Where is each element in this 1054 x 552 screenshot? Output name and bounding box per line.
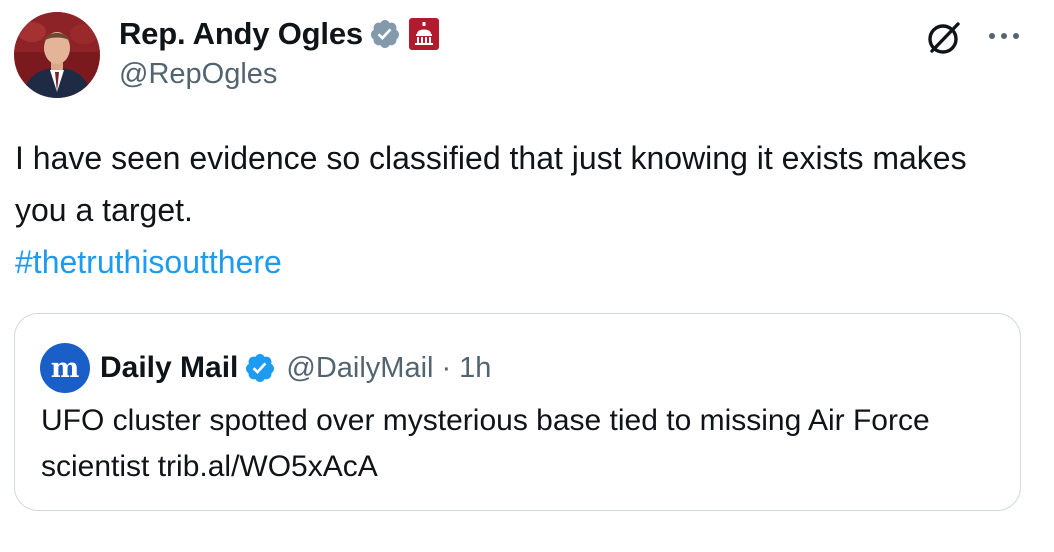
tweet-text: I have seen evidence so classified that … <box>15 132 1025 288</box>
quoted-tweet-card[interactable]: m Daily Mail @DailyMail · 1h UFO cluster… <box>14 313 1021 511</box>
daily-mail-logo-icon: m <box>40 343 90 393</box>
svg-text:m: m <box>51 353 80 384</box>
author-name-row: Rep. Andy Ogles <box>119 14 439 54</box>
author-avatar[interactable] <box>14 12 100 98</box>
quoted-handle: @DailyMail <box>286 351 434 384</box>
author-handle[interactable]: @RepOgles <box>119 58 439 91</box>
quoted-timestamp[interactable]: 1h <box>459 352 491 385</box>
quoted-tweet-text: UFO cluster spotted over mysterious base… <box>41 404 930 483</box>
author-display-name[interactable]: Rep. Andy Ogles <box>119 16 363 52</box>
avatar-photo <box>14 12 100 98</box>
hashtag-link[interactable]: #thetruthisoutthere <box>15 236 282 288</box>
quoted-verified-badge-icon <box>244 352 276 384</box>
tweet: Rep. Andy Ogles @RepOgles I have seen ev… <box>0 0 1054 552</box>
verified-badge-icon <box>369 18 401 50</box>
quoted-author-row: m Daily Mail @DailyMail · 1h <box>40 343 491 393</box>
tweet-body: I have seen evidence so classified that … <box>15 140 967 228</box>
author-block: Rep. Andy Ogles @RepOgles <box>119 14 439 91</box>
house-affiliation-badge-icon[interactable] <box>408 18 439 50</box>
quoted-separator: · <box>441 351 452 384</box>
more-options-icon[interactable] <box>984 20 1024 52</box>
grok-icon[interactable] <box>924 18 964 58</box>
quoted-display-name: Daily Mail <box>100 351 239 384</box>
